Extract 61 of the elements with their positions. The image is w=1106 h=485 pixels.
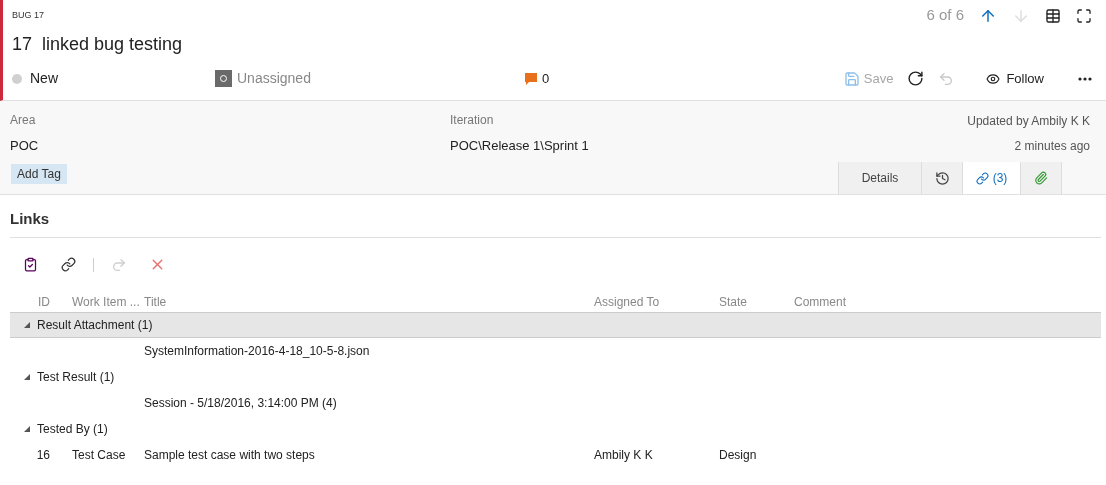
- table-icon: [1045, 7, 1061, 24]
- table-cell-text: Ambily K K: [594, 446, 654, 464]
- more-icon: [1078, 76, 1092, 81]
- undo-icon: [938, 70, 955, 87]
- group-label: Tested By (1): [37, 420, 108, 438]
- field-value[interactable]: POC: [10, 136, 450, 156]
- table-cell-text: Design: [719, 446, 758, 464]
- add-tag-button[interactable]: Add Tag: [11, 164, 67, 184]
- forward-arrow-icon: [111, 256, 127, 273]
- details-tab[interactable]: Details: [838, 162, 921, 194]
- comment-count: 0: [542, 69, 550, 88]
- group-label: Test Result (1): [37, 368, 115, 386]
- links-tab[interactable]: (3): [962, 162, 1020, 194]
- paperclip-icon: [1034, 171, 1048, 185]
- group-row[interactable]: Result Attachment (1): [10, 311, 1101, 338]
- position-text: 6 of 6: [926, 5, 964, 26]
- link-icon: [60, 257, 76, 272]
- fullscreen-icon: [1076, 7, 1092, 24]
- column-header[interactable]: ID: [10, 292, 64, 311]
- refresh-icon: [907, 70, 925, 88]
- refresh-button[interactable]: [907, 70, 925, 88]
- history-tab[interactable]: [921, 162, 962, 194]
- table-cell-text: 16: [35, 446, 51, 464]
- work-item-type: BUG 17: [12, 8, 44, 22]
- grid-button[interactable]: [1045, 7, 1061, 24]
- work-item-id: 17: [12, 32, 33, 56]
- fullscreen-button[interactable]: [1076, 7, 1092, 24]
- save-icon: [843, 70, 860, 87]
- history-icon: [934, 170, 950, 186]
- table-cell-text: Sample test case with two steps: [144, 446, 316, 464]
- field-value[interactable]: POC\Release 1\Sprint 1: [450, 136, 890, 156]
- link-row[interactable]: Session - 5/18/2016, 3:14:00 PM (4): [10, 389, 1096, 416]
- work-item-title: linked bug testing: [42, 32, 183, 56]
- group-row[interactable]: Tested By (1): [10, 415, 1101, 442]
- follow-button[interactable]: Follow: [986, 68, 1044, 89]
- table-cell-text: Session - 5/18/2016, 3:14:00 PM (4): [144, 394, 338, 412]
- table-cell-text: Test Case: [71, 446, 127, 464]
- column-header[interactable]: Title: [144, 292, 594, 311]
- eye-icon: [986, 71, 1001, 86]
- column-header[interactable]: State: [719, 292, 794, 311]
- updated-time-text: 2 minutes ago: [1014, 138, 1090, 155]
- clipboard-icon: [22, 257, 38, 272]
- more-button[interactable]: [1078, 76, 1092, 81]
- link-row[interactable]: SystemInformation-2016-4-18_10-5-8.json: [10, 337, 1096, 364]
- group-row[interactable]: Test Result (1): [10, 363, 1101, 390]
- column-header[interactable]: Assigned To: [594, 292, 719, 311]
- person-icon: [215, 70, 232, 88]
- state-text: New: [30, 69, 58, 89]
- table-cell-text: SystemInformation-2016-4-18_10-5-8.json: [144, 342, 371, 360]
- attachments-tab[interactable]: [1020, 162, 1062, 194]
- links-heading: Links: [10, 195, 1101, 238]
- column-header[interactable]: Comment: [794, 292, 1096, 311]
- field-label: Area: [10, 112, 37, 129]
- group-label: Result Attachment (1): [37, 316, 153, 334]
- comment-icon: [525, 72, 537, 85]
- updated-by-text: Updated by Ambily K K: [967, 113, 1090, 130]
- column-header[interactable]: Work Item ...: [64, 292, 144, 311]
- link-row[interactable]: 16 Test Case Sample test case with two steps Ambily K K Design: [10, 441, 1096, 468]
- field-label: Iteration: [450, 112, 495, 129]
- assigned-text[interactable]: Unassigned: [237, 68, 311, 90]
- link-icon: [975, 171, 989, 185]
